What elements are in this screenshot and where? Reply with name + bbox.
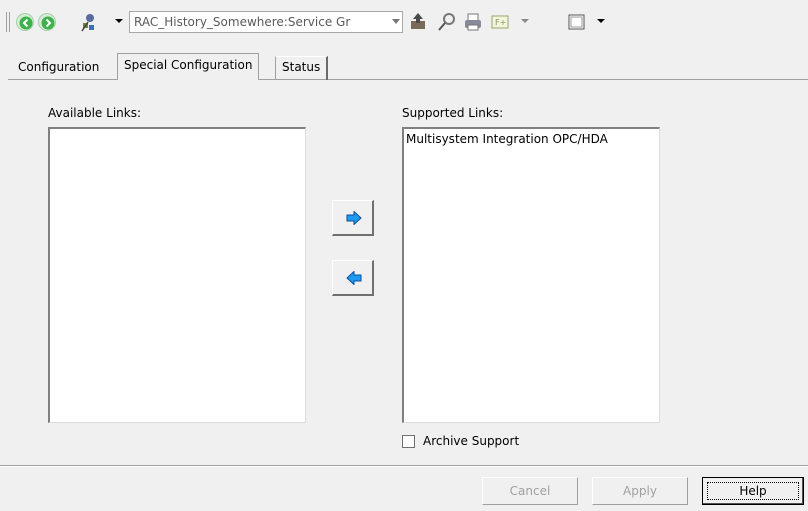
arrow-right-icon xyxy=(346,211,362,225)
function-dropdown-arrow[interactable] xyxy=(521,19,529,23)
archive-support-label[interactable]: Archive Support xyxy=(423,434,519,448)
back-icon xyxy=(19,16,33,30)
export-icon xyxy=(411,13,425,29)
supported-links-list[interactable]: Multisystem Integration OPC/HDA xyxy=(402,127,660,423)
arrow-left-icon xyxy=(346,271,362,285)
object-selector-combo[interactable]: RAC_History_Somewhere:Service Gr xyxy=(129,11,403,33)
object-tree-icon xyxy=(81,14,94,32)
export-button[interactable] xyxy=(408,11,430,33)
archive-support-checkbox[interactable] xyxy=(402,435,415,448)
object-tree-button[interactable] xyxy=(78,11,100,33)
supported-links-label: Supported Links: xyxy=(402,106,504,120)
tab-special-configuration[interactable]: Special Configuration xyxy=(117,53,260,80)
function-icon: F+ xyxy=(491,15,509,29)
window-button[interactable] xyxy=(566,11,588,33)
object-selector-value: RAC_History_Somewhere:Service Gr xyxy=(134,15,351,29)
object-tree-dropdown-arrow[interactable] xyxy=(115,19,123,23)
print-icon xyxy=(465,13,481,31)
back-button[interactable] xyxy=(16,13,34,31)
window-icon xyxy=(568,14,585,30)
remove-link-button[interactable] xyxy=(332,260,374,296)
add-link-button[interactable] xyxy=(332,200,374,236)
available-links-label: Available Links: xyxy=(48,106,141,120)
apply-button[interactable]: Apply xyxy=(592,477,688,505)
footer-divider-highlight xyxy=(0,466,808,467)
function-button[interactable]: F+ xyxy=(490,11,512,33)
toolbar: RAC_History_Somewhere:Service Gr F+ xyxy=(0,0,808,44)
tab-status[interactable]: Status xyxy=(275,56,329,80)
pin-icon xyxy=(438,13,455,31)
help-button[interactable]: Help xyxy=(702,477,804,505)
pin-button[interactable] xyxy=(436,11,458,33)
forward-button[interactable] xyxy=(38,13,56,31)
svg-text:F+: F+ xyxy=(495,18,506,27)
available-links-list[interactable] xyxy=(48,127,306,423)
forward-icon xyxy=(41,16,55,30)
print-button[interactable] xyxy=(462,11,484,33)
window-dropdown-arrow[interactable] xyxy=(597,19,605,23)
cancel-button[interactable]: Cancel xyxy=(482,477,578,505)
help-button-label: Help xyxy=(739,484,767,498)
list-item[interactable]: Multisystem Integration OPC/HDA xyxy=(406,132,608,146)
chevron-down-icon[interactable] xyxy=(392,19,400,24)
tab-configuration[interactable]: Configuration xyxy=(12,57,105,79)
toolbar-grip-line xyxy=(9,12,12,32)
